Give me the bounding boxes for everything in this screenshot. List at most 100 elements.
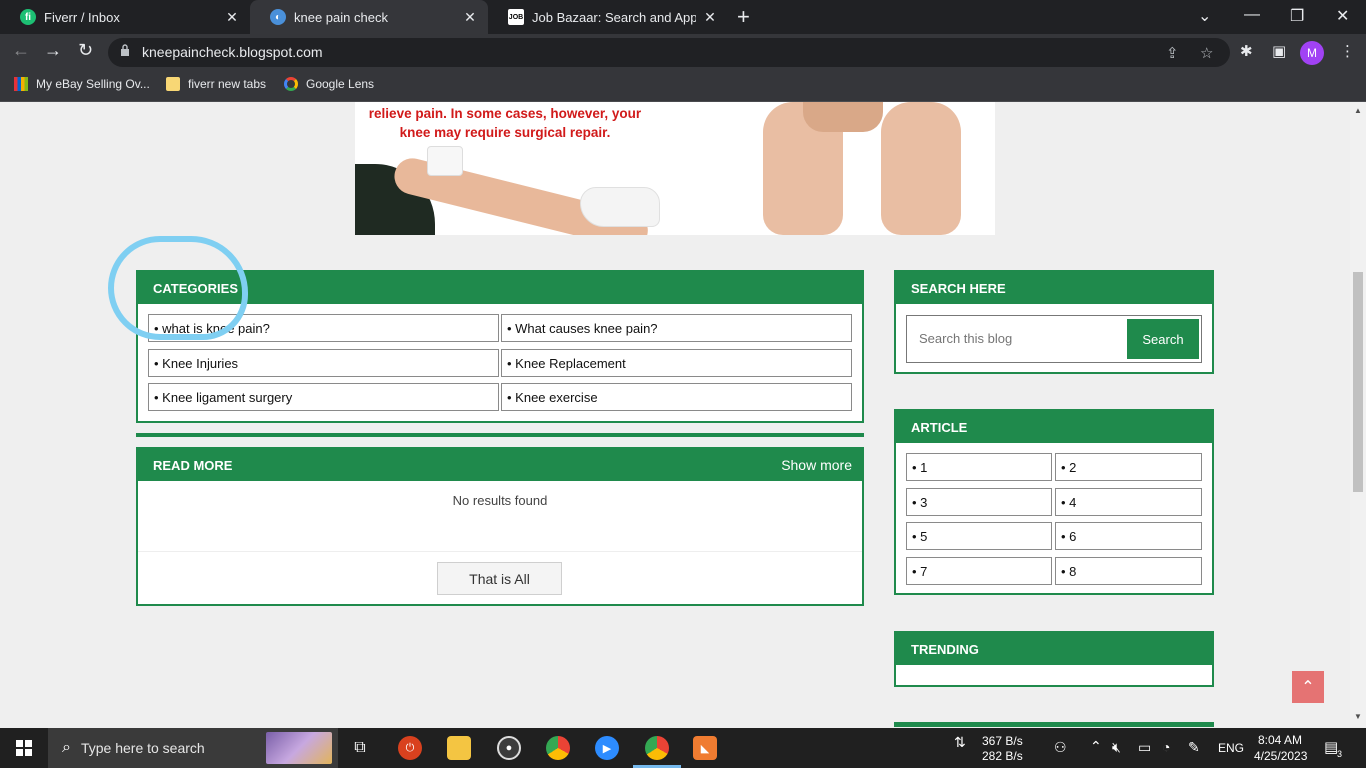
file-explorer-icon[interactable]	[447, 736, 471, 760]
trending-widget: TRENDING	[894, 631, 1214, 687]
tab-label: Fiverr / Inbox	[44, 9, 120, 25]
category-item[interactable]: • Knee exercise	[501, 383, 852, 411]
tab-label: knee pain check	[294, 9, 388, 25]
article-item[interactable]: • 3	[906, 488, 1052, 516]
bookmark-google-lens[interactable]: Google Lens	[284, 77, 374, 91]
next-widget-header	[894, 722, 1214, 727]
scroll-down-icon[interactable]: ▼	[1354, 712, 1362, 721]
scroll-to-top-button[interactable]: ⌃	[1292, 671, 1324, 703]
hero-sock-shape	[580, 187, 660, 227]
search-highlight-image	[266, 732, 332, 764]
no-results-text: No results found	[452, 493, 548, 508]
search-button[interactable]: Search	[1127, 319, 1199, 359]
close-tab-icon[interactable]: ✕	[702, 9, 718, 26]
category-item[interactable]: • What causes knee pain?	[501, 314, 852, 342]
scrollbar-thumb[interactable]	[1353, 272, 1363, 492]
media-player-icon[interactable]: ●	[497, 736, 521, 760]
windows-start-icon[interactable]	[16, 740, 32, 756]
language-indicator[interactable]: ENG	[1218, 741, 1244, 755]
restore-icon[interactable]: ❐	[1290, 6, 1304, 26]
browser-toolbar: ← → ↻ kneepaincheck.blogspot.com ⇪ ☆ ✱ ▣…	[0, 34, 1366, 70]
people-icon[interactable]: ⚇	[1054, 739, 1067, 756]
that-is-all-button[interactable]: That is All	[437, 562, 562, 595]
url-text: kneepaincheck.blogspot.com	[142, 44, 323, 60]
google-lens-icon	[284, 77, 298, 91]
power-app-icon[interactable]: ⏻	[398, 736, 422, 760]
article-widget: ARTICLE • 1 • 2 • 3 • 4 • 5 • 6 • 7 • 8	[894, 409, 1214, 595]
share-icon[interactable]: ⇪	[1166, 44, 1179, 62]
task-view-icon[interactable]: ⧉	[348, 736, 372, 760]
read-more-divider	[138, 551, 862, 552]
article-title: ARTICLE	[896, 411, 1212, 443]
close-window-icon[interactable]: ✕	[1336, 6, 1349, 26]
search-widget: SEARCH HERE Search	[894, 270, 1214, 374]
trending-title: TRENDING	[896, 633, 1212, 665]
net-upload-speed: 367 B/s	[982, 734, 1023, 748]
chrome-icon[interactable]	[546, 736, 570, 760]
profile-avatar[interactable]: M	[1300, 41, 1324, 65]
job-icon: JOB	[508, 9, 524, 25]
extensions-puzzle-icon[interactable]: ✱	[1240, 42, 1253, 60]
fiverr-icon: fi	[20, 9, 36, 25]
article-item[interactable]: • 6	[1055, 522, 1202, 550]
search-title: SEARCH HERE	[896, 272, 1212, 304]
bookmark-ebay[interactable]: My eBay Selling Ov...	[14, 77, 150, 91]
side-panel-icon[interactable]: ▣	[1272, 42, 1286, 60]
address-bar[interactable]: kneepaincheck.blogspot.com ⇪ ☆	[108, 38, 1230, 67]
app-icon[interactable]: ◣	[693, 736, 717, 760]
article-item[interactable]: • 4	[1055, 488, 1202, 516]
ebay-icon	[14, 77, 28, 91]
category-item[interactable]: • Knee Injuries	[148, 349, 499, 377]
annotation-circle	[108, 236, 248, 340]
tab-strip: fi Fiverr / Inbox ✕ ◐ knee pain check ✕ …	[0, 0, 1366, 34]
article-item[interactable]: • 2	[1055, 453, 1202, 481]
blogger-globe-icon: ◐	[270, 9, 286, 25]
bookmark-star-icon[interactable]: ☆	[1200, 44, 1213, 62]
article-item[interactable]: • 8	[1055, 557, 1202, 585]
minimize-icon[interactable]: —	[1244, 6, 1260, 24]
search-input[interactable]	[919, 331, 1119, 346]
pen-icon[interactable]: ✎	[1188, 739, 1200, 756]
reload-icon[interactable]: ↻	[78, 40, 93, 61]
new-tab-button[interactable]: +	[737, 4, 750, 30]
article-item[interactable]: • 7	[906, 557, 1052, 585]
clock-date[interactable]: 4/25/2023	[1254, 749, 1307, 763]
tab-job-bazaar[interactable]: JOB Job Bazaar: Search and Apply Lat ✕	[488, 0, 728, 34]
clock-time[interactable]: 8:04 AM	[1258, 733, 1302, 747]
read-more-header: READ MORE Show more	[138, 449, 862, 481]
show-more-link[interactable]: Show more	[781, 457, 852, 473]
hero-caption: relieve pain. In some cases, however, yo…	[368, 106, 642, 140]
forward-arrow-icon[interactable]: →	[44, 40, 62, 61]
back-arrow-icon[interactable]: ←	[12, 40, 30, 61]
zoom-icon[interactable]: ▶	[595, 736, 619, 760]
chrome-active-icon[interactable]	[645, 736, 669, 760]
close-tab-icon[interactable]: ✕	[462, 9, 478, 26]
category-item[interactable]: • Knee Replacement	[501, 349, 852, 377]
taskbar-search-text: Type here to search	[80, 740, 205, 756]
bookmark-fiverr-folder[interactable]: fiverr new tabs	[166, 77, 266, 91]
tab-fiverr-inbox[interactable]: fi Fiverr / Inbox ✕	[0, 0, 250, 34]
page-scrollbar[interactable]: ▲ ▼	[1350, 102, 1366, 727]
menu-kebab-icon[interactable]: ⋮	[1340, 42, 1355, 60]
hero-hand-shape	[803, 102, 883, 132]
bookmark-label: fiverr new tabs	[188, 77, 267, 91]
article-item[interactable]: • 1	[906, 453, 1052, 481]
wifi-icon[interactable]: ◔	[1162, 739, 1170, 755]
article-item[interactable]: • 5	[906, 522, 1052, 550]
battery-icon[interactable]: ▭	[1138, 739, 1151, 756]
folder-icon	[166, 77, 180, 91]
bookmark-label: My eBay Selling Ov...	[36, 77, 150, 91]
tab-knee-pain-check[interactable]: ◐ knee pain check ✕	[250, 0, 488, 34]
hero-bandage-shape	[427, 146, 463, 176]
close-tab-icon[interactable]: ✕	[224, 9, 240, 26]
category-item[interactable]: • Knee ligament surgery	[148, 383, 499, 411]
hero-legs-photo	[763, 102, 995, 235]
network-arrows-icon: ⇅	[954, 734, 966, 750]
notification-count: 3	[1337, 749, 1343, 759]
tab-search-chevron-icon[interactable]: ⌄	[1198, 6, 1211, 26]
tray-chevron-icon[interactable]: ⌃	[1090, 738, 1102, 755]
volume-muted-icon[interactable]: 🔇︎	[1112, 739, 1121, 756]
hero-right-leg-shape	[881, 102, 961, 235]
scroll-up-icon[interactable]: ▲	[1354, 106, 1362, 115]
taskbar-search[interactable]: ⌕ Type here to search	[48, 728, 338, 768]
